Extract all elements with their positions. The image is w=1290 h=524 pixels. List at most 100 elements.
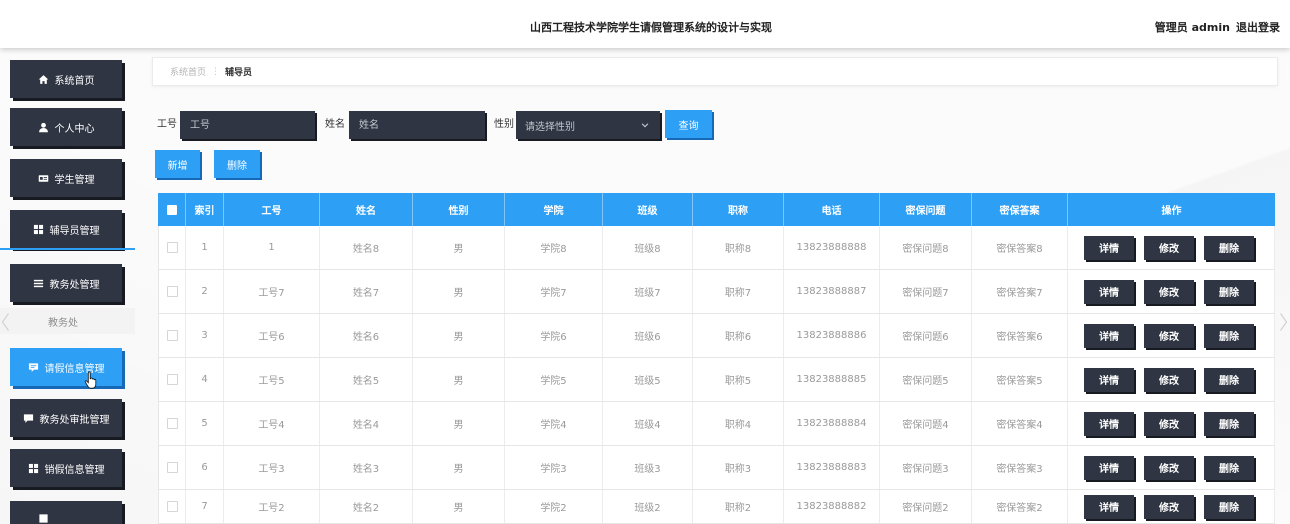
row-checkbox[interactable]	[166, 374, 178, 385]
table-row: 2 工号7 姓名7 男学院7 班级7 职称7 13823888887 密保问题7 密保答案7 详情…	[158, 270, 1275, 314]
cell-name: 姓名3	[320, 446, 413, 489]
cell-index: 1	[186, 226, 224, 269]
sidebar-item-leave-cancel[interactable]: 销假信息管理	[10, 449, 122, 487]
cell-title: 职称3	[693, 446, 784, 489]
logout-link[interactable]: 退出登录	[1236, 20, 1280, 36]
edit-button[interactable]: 修改	[1144, 494, 1194, 519]
row-actions: 详情 修改 删除	[1068, 314, 1275, 357]
cell-class-name: 班级7	[603, 270, 693, 313]
counselor-table: 索引 工号 姓名 性别 学院 班级 职称 电话 密保问题 密保答案 操作 11姓…	[158, 193, 1275, 524]
query-button[interactable]: 查询	[665, 110, 712, 138]
cell-security-answer: 密保答案8	[972, 226, 1068, 269]
cell-title: 职称7	[693, 270, 784, 313]
cell-job-no: 工号3	[224, 446, 320, 489]
delete-row-button[interactable]: 删除	[1204, 367, 1254, 392]
sidebar-item-leave-info[interactable]: 请假信息管理	[10, 348, 122, 386]
cell-name: 姓名5	[320, 358, 413, 401]
cell-index: 7	[186, 490, 224, 523]
sidebar-subitem-academic-office[interactable]: 教务处	[0, 308, 135, 334]
cell-job-no: 工号6	[224, 314, 320, 357]
cell-security-question: 密保问题2	[880, 490, 972, 523]
cell-job-no: 工号4	[224, 402, 320, 445]
cell-index: 6	[186, 446, 224, 489]
add-button[interactable]: 新增	[155, 150, 200, 178]
gender-select[interactable]: 请选择性别	[516, 111, 660, 139]
id-card-icon	[38, 173, 49, 184]
cell-title: 职称4	[693, 402, 784, 445]
delete-row-button[interactable]: 删除	[1204, 279, 1254, 304]
cell-gender: 男	[413, 402, 505, 445]
chevron-right-icon[interactable]	[1279, 312, 1288, 332]
sidebar-item-students[interactable]: 学生管理	[10, 159, 122, 197]
edit-button[interactable]: 修改	[1144, 279, 1194, 304]
cell-phone: 13823888885	[784, 358, 880, 401]
cell-title: 职称5	[693, 358, 784, 401]
column-header: 学院	[505, 193, 603, 226]
breadcrumb-home-link[interactable]: 系统首页	[170, 65, 206, 78]
name-input[interactable]	[349, 111, 485, 139]
batch-delete-button[interactable]: 删除	[214, 150, 260, 178]
cell-security-answer: 密保答案2	[972, 490, 1068, 523]
sidebar-item-label: 个人中心	[54, 123, 95, 135]
cell-gender: 男	[413, 226, 505, 269]
chat-icon	[23, 413, 34, 424]
user-icon	[38, 122, 49, 133]
edit-button[interactable]: 修改	[1144, 411, 1194, 436]
cell-phone: 13823888883	[784, 446, 880, 489]
edit-button[interactable]: 修改	[1144, 235, 1194, 260]
edit-button[interactable]: 修改	[1144, 323, 1194, 348]
cell-security-question: 密保问题6	[880, 314, 972, 357]
cell-gender: 男	[413, 490, 505, 523]
detail-button[interactable]: 详情	[1084, 494, 1134, 519]
column-header: 索引	[186, 193, 224, 226]
cell-job-no: 工号7	[224, 270, 320, 313]
detail-button[interactable]: 详情	[1084, 455, 1134, 480]
cell-name: 姓名6	[320, 314, 413, 357]
chevron-left-icon[interactable]	[1, 312, 10, 332]
select-all-checkbox[interactable]	[166, 204, 177, 215]
sidebar-item-more[interactable]	[10, 501, 122, 524]
job-no-input[interactable]	[180, 111, 315, 139]
detail-button[interactable]: 详情	[1084, 411, 1134, 436]
row-checkbox[interactable]	[166, 242, 178, 253]
name-label: 姓名	[325, 119, 345, 130]
edit-button[interactable]: 修改	[1144, 367, 1194, 392]
row-checkbox[interactable]	[166, 462, 178, 473]
sidebar-item-counselors[interactable]: 辅导员管理	[0, 210, 135, 250]
grid-icon	[33, 224, 44, 235]
sidebar-item-profile[interactable]: 个人中心	[10, 108, 122, 146]
table-row: 5 工号4 姓名4 男学院4 班级4 职称4 13823888884 密保问题4 密保答案4 详情…	[158, 402, 1275, 446]
gender-label: 性别	[494, 119, 514, 130]
detail-button[interactable]: 详情	[1084, 323, 1134, 348]
table-row: 1 1 姓名8 男学院8 班级8 职称8 13823888888 密保问题8 密保答案8 详情 修改…	[158, 226, 1275, 270]
detail-button[interactable]: 详情	[1084, 279, 1134, 304]
sidebar-item-academic-affairs[interactable]: 教务处管理	[10, 264, 122, 302]
cell-class-name: 班级5	[603, 358, 693, 401]
cell-security-question: 密保问题4	[880, 402, 972, 445]
row-checkbox[interactable]	[166, 418, 178, 429]
cell-name: 姓名4	[320, 402, 413, 445]
cell-name: 姓名7	[320, 270, 413, 313]
cell-college: 学院4	[505, 402, 603, 445]
grid-icon	[28, 463, 39, 474]
delete-row-button[interactable]: 删除	[1204, 323, 1254, 348]
column-header: 班级	[603, 193, 693, 226]
delete-row-button[interactable]: 删除	[1204, 455, 1254, 480]
sidebar-item-home[interactable]: 系统首页	[10, 60, 122, 98]
delete-row-button[interactable]: 删除	[1204, 411, 1254, 436]
delete-row-button[interactable]: 删除	[1204, 235, 1254, 260]
sidebar-item-approval[interactable]: 教务处审批管理	[10, 399, 122, 437]
cell-gender: 男	[413, 314, 505, 357]
row-checkbox[interactable]	[166, 286, 178, 297]
column-header: 工号	[224, 193, 320, 226]
row-checkbox[interactable]	[166, 330, 178, 341]
cell-name: 姓名2	[320, 490, 413, 523]
cell-college: 学院7	[505, 270, 603, 313]
detail-button[interactable]: 详情	[1084, 235, 1134, 260]
delete-row-button[interactable]: 删除	[1204, 494, 1254, 519]
row-checkbox[interactable]	[166, 501, 178, 512]
cell-phone: 13823888888	[784, 226, 880, 269]
edit-button[interactable]: 修改	[1144, 455, 1194, 480]
chevron-down-icon	[640, 120, 650, 130]
detail-button[interactable]: 详情	[1084, 367, 1134, 392]
